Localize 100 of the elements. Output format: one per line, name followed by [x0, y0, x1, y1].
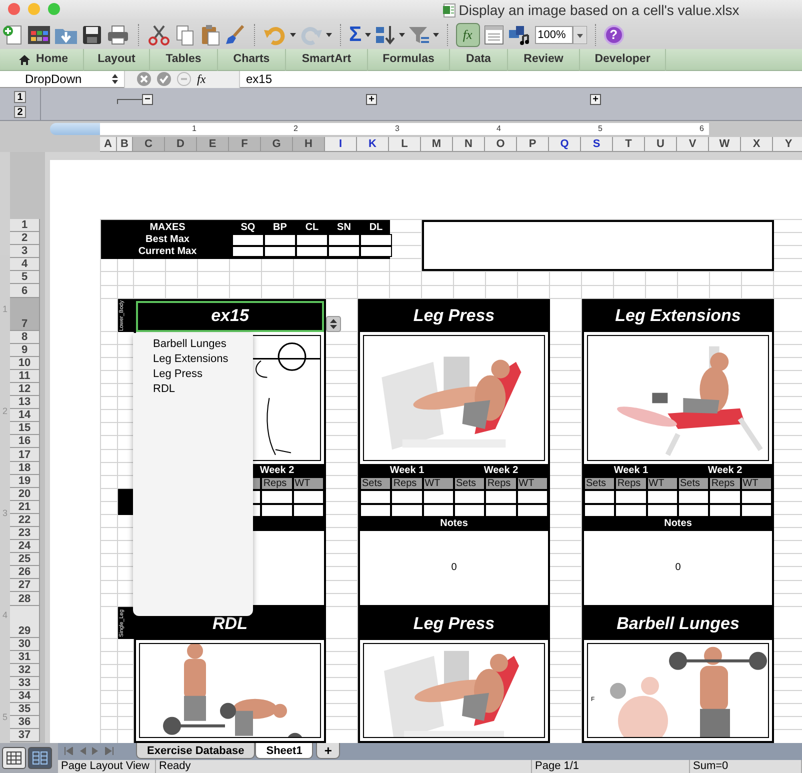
- caret-icon[interactable]: [398, 32, 405, 36]
- table-cell[interactable]: [709, 504, 741, 518]
- formula-builder-button[interactable]: fx: [456, 22, 480, 46]
- row-header[interactable]: 8: [10, 330, 40, 344]
- table-cell[interactable]: [740, 490, 772, 504]
- table-cell[interactable]: [296, 246, 328, 258]
- row-header[interactable]: 19: [10, 474, 40, 488]
- stepper-icon[interactable]: [112, 73, 118, 85]
- card-title[interactable]: Leg Extensions: [584, 300, 772, 332]
- function-button[interactable]: fx: [197, 70, 206, 88]
- caret-icon[interactable]: [364, 32, 371, 36]
- table-cell[interactable]: [516, 490, 548, 504]
- normal-view-button[interactable]: [2, 747, 26, 769]
- column-header[interactable]: F: [229, 137, 261, 152]
- expand-button[interactable]: +: [590, 94, 601, 105]
- column-header[interactable]: C: [133, 137, 165, 152]
- column-header[interactable]: O: [485, 137, 517, 152]
- autosum-button[interactable]: Σ: [349, 24, 362, 46]
- column-header[interactable]: M: [421, 137, 453, 152]
- close-button[interactable]: [8, 3, 20, 15]
- copy-icon[interactable]: [174, 24, 196, 46]
- table-cell[interactable]: [360, 490, 392, 504]
- row-header[interactable]: 31: [10, 650, 40, 664]
- table-cell[interactable]: [261, 504, 293, 518]
- column-header[interactable]: S: [581, 137, 613, 152]
- row-header[interactable]: 1: [10, 219, 40, 232]
- column-header[interactable]: X: [741, 137, 773, 152]
- row-header[interactable]: 9: [10, 344, 40, 357]
- table-cell[interactable]: [615, 504, 647, 518]
- table-cell[interactable]: [264, 246, 296, 258]
- row-header[interactable]: 29: [10, 606, 40, 638]
- row-header[interactable]: 12: [10, 382, 40, 396]
- row-header[interactable]: 15: [10, 422, 40, 436]
- row-header[interactable]: 30: [10, 638, 40, 651]
- template-gallery-icon[interactable]: [27, 24, 51, 46]
- caret-icon[interactable]: [290, 32, 296, 36]
- column-header[interactable]: H: [293, 137, 325, 152]
- expand-button[interactable]: +: [366, 94, 377, 105]
- column-header[interactable]: T: [613, 137, 645, 152]
- table-cell[interactable]: [615, 490, 647, 504]
- collapse-button[interactable]: −: [142, 94, 153, 105]
- table-cell[interactable]: [232, 234, 264, 246]
- row-header[interactable]: 11: [10, 370, 40, 383]
- table-cell[interactable]: [740, 504, 772, 518]
- row-header[interactable]: 7: [10, 298, 40, 331]
- table-cell[interactable]: [296, 234, 328, 246]
- row-header[interactable]: 14: [10, 409, 40, 422]
- column-header[interactable]: Q: [549, 137, 581, 152]
- column-header[interactable]: V: [677, 137, 709, 152]
- dropdown-item[interactable]: Leg Extensions: [133, 352, 253, 367]
- table-cell[interactable]: [678, 490, 710, 504]
- row-header[interactable]: 28: [10, 592, 40, 606]
- table-cell[interactable]: [678, 504, 710, 518]
- outline-level-button[interactable]: 1: [14, 90, 26, 102]
- column-header[interactable]: E: [197, 137, 229, 152]
- column-header[interactable]: K: [357, 137, 389, 152]
- table-cell[interactable]: [261, 490, 293, 504]
- column-header[interactable]: L: [389, 137, 421, 152]
- row-header[interactable]: 34: [10, 690, 40, 703]
- paste-icon[interactable]: [199, 24, 221, 46]
- card-title[interactable]: Leg Press: [360, 608, 548, 640]
- paintbrush-icon[interactable]: [224, 24, 246, 46]
- dropdown-item[interactable]: Barbell Lunges: [133, 337, 253, 352]
- table-cell[interactable]: [328, 234, 360, 246]
- column-header[interactable]: U: [645, 137, 677, 152]
- sheet-tab[interactable]: Exercise Database: [136, 743, 256, 759]
- row-header[interactable]: 17: [10, 448, 40, 462]
- sort-icon[interactable]: [374, 24, 396, 46]
- dropdown-item[interactable]: RDL: [133, 382, 253, 397]
- row-header[interactable]: 4: [10, 258, 40, 272]
- table-cell[interactable]: [391, 490, 423, 504]
- table-cell[interactable]: [391, 504, 423, 518]
- print-icon[interactable]: [106, 24, 130, 46]
- column-header[interactable]: G: [261, 137, 293, 152]
- add-sheet-button[interactable]: +: [316, 743, 340, 759]
- table-cell[interactable]: [584, 490, 616, 504]
- table-cell[interactable]: [360, 246, 392, 258]
- scissors-icon[interactable]: [147, 24, 171, 46]
- table-cell[interactable]: [292, 490, 324, 504]
- page-layout-view-button[interactable]: [28, 747, 52, 769]
- help-button[interactable]: ?: [604, 24, 624, 44]
- row-header[interactable]: 32: [10, 664, 40, 677]
- table-cell[interactable]: [328, 246, 360, 258]
- dropdown-item[interactable]: Leg Press: [133, 367, 253, 382]
- check-icon[interactable]: [157, 72, 171, 86]
- row-header[interactable]: 26: [10, 566, 40, 580]
- row-header[interactable]: 2: [10, 232, 40, 246]
- row-header[interactable]: 13: [10, 396, 40, 410]
- formula-field[interactable]: ex15: [240, 70, 802, 88]
- row-header[interactable]: 27: [10, 579, 40, 592]
- window-icon[interactable]: [482, 24, 505, 46]
- row-header[interactable]: 25: [10, 553, 40, 566]
- row-header[interactable]: 36: [10, 716, 40, 730]
- row-header[interactable]: 16: [10, 435, 40, 448]
- table-cell[interactable]: [485, 504, 517, 518]
- save-icon[interactable]: [81, 24, 103, 46]
- row-header[interactable]: 5: [10, 271, 40, 284]
- column-header[interactable]: B: [117, 137, 133, 152]
- table-cell[interactable]: [232, 246, 264, 258]
- new-workbook-icon[interactable]: [2, 24, 24, 46]
